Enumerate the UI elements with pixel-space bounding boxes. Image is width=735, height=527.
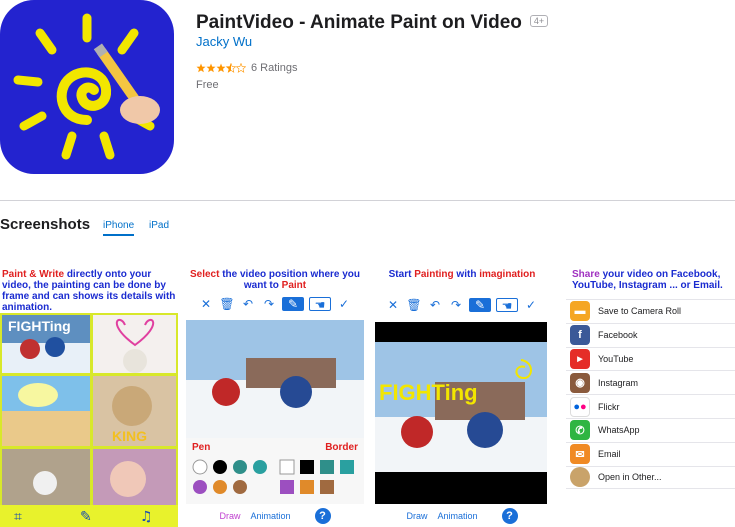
close-icon[interactable]: ✕ — [198, 297, 214, 311]
folder-icon: ▬ — [570, 301, 590, 322]
email-icon: ✉ — [570, 444, 590, 465]
caption-highlight: Share — [572, 269, 600, 280]
pen-label: Pen — [192, 442, 211, 453]
checkmark-icon[interactable]: ✓ — [523, 298, 539, 312]
share-item-label: Open in Other... — [598, 472, 662, 483]
screenshot-1-caption: Paint & Write directly onto your video, … — [0, 266, 178, 313]
whatsapp-icon: ✆ — [570, 420, 590, 441]
developer-link[interactable]: Jacky Wu — [196, 34, 252, 49]
color-panel: Pen Border — [186, 438, 364, 504]
star-empty-icon — [236, 63, 246, 73]
music-icon[interactable]: ♫ — [140, 509, 153, 525]
app-title-text: PaintVideo - Animate Paint on Video — [196, 12, 522, 33]
open-in-icon — [570, 467, 590, 488]
share-item-youtube[interactable]: ▶ YouTube — [566, 346, 735, 371]
star-rating — [196, 63, 246, 73]
share-list: ▬ Save to Camera Roll f Facebook ▶ YouTu… — [566, 299, 735, 490]
share-item-camera-roll[interactable]: ▬ Save to Camera Roll — [566, 299, 735, 323]
close-icon[interactable]: ✕ — [385, 298, 401, 312]
share-item-flickr[interactable]: ● ● Flickr — [566, 394, 735, 418]
painted-text-overlay: FIGHTing — [379, 380, 478, 405]
instagram-icon: ◉ — [570, 372, 590, 393]
caption-highlight: Paint & Write — [2, 269, 65, 280]
section-divider — [0, 200, 735, 201]
screenshot-4[interactable]: Share your video on Facebook, YouTube, I… — [566, 266, 735, 527]
hand-tool-icon[interactable]: ☚ — [309, 297, 331, 312]
color-swatches[interactable] — [186, 453, 364, 499]
screenshot-4-caption: Share your video on Facebook, YouTube, I… — [566, 266, 735, 291]
caption-text: Start — [388, 269, 415, 280]
ratings-count: 6 Ratings — [251, 62, 298, 74]
share-item-label: WhatsApp — [598, 425, 640, 436]
checkmark-icon[interactable]: ✓ — [336, 297, 352, 311]
trash-icon[interactable]: 🗑 — [406, 298, 422, 312]
share-item-label: Save to Camera Roll — [598, 306, 682, 317]
facebook-icon: f — [570, 325, 590, 346]
redo-icon[interactable]: ↷ — [448, 298, 464, 312]
rating-row: 6 Ratings — [196, 62, 297, 74]
screenshot-1[interactable]: Paint & Write directly onto your video, … — [0, 266, 178, 527]
share-item-email[interactable]: ✉ Email — [566, 441, 735, 466]
caption-highlight: Paint — [281, 280, 307, 291]
paint-toolbar: ✕ 🗑 ↶ ↷ ✎ ☚ ✓ — [373, 296, 551, 314]
share-item-whatsapp[interactable]: ✆ WhatsApp — [566, 417, 735, 442]
screenshot-3[interactable]: Start Painting with imagination ✕ 🗑 ↶ ↷ … — [373, 266, 551, 527]
mode-bar: Draw Animation ? — [186, 505, 364, 527]
border-label: Border — [325, 442, 358, 453]
caption-highlight: imagination — [479, 269, 536, 280]
animation-mode-button[interactable]: Animation — [250, 511, 290, 521]
star-full-icon — [196, 63, 206, 73]
price: Free — [196, 79, 219, 91]
undo-icon[interactable]: ↶ — [427, 298, 443, 312]
share-item-label: Facebook — [598, 330, 638, 341]
app-icon — [0, 0, 174, 174]
youtube-icon: ▶ — [570, 348, 590, 369]
mode-bar: Draw Animation ? — [373, 505, 551, 527]
brush-tool-icon[interactable]: ✎ — [469, 298, 491, 312]
crop-icon[interactable]: ⌗ — [14, 509, 22, 525]
share-item-label: Email — [598, 449, 621, 460]
tab-ipad[interactable]: iPad — [149, 220, 169, 231]
draw-mode-button[interactable]: Draw — [406, 511, 427, 521]
star-half-icon — [226, 63, 236, 73]
app-title: PaintVideo - Animate Paint on Video 4+ — [196, 12, 549, 34]
caption-text: with — [453, 269, 480, 280]
trash-icon[interactable]: 🗑 — [219, 297, 235, 311]
share-item-label: Instagram — [598, 377, 639, 388]
share-item-label: Flickr — [598, 401, 620, 412]
hand-tool-icon[interactable]: ☚ — [496, 298, 518, 313]
share-item-instagram[interactable]: ◉ Instagram — [566, 370, 735, 394]
animation-mode-button[interactable]: Animation — [437, 511, 477, 521]
share-item-label: YouTube — [598, 353, 634, 364]
star-full-icon — [216, 63, 226, 73]
pen-border-row: Pen Border — [186, 438, 364, 453]
fighting-tile-text: FIGHTing — [8, 318, 71, 334]
brush-icon[interactable]: ✎ — [80, 509, 92, 525]
screenshot-3-caption: Start Painting with imagination — [373, 266, 551, 280]
share-item-facebook[interactable]: f Facebook — [566, 322, 735, 347]
caption-highlight: Painting — [414, 269, 454, 280]
undo-icon[interactable]: ↶ — [240, 297, 256, 311]
flickr-icon: ● ● — [570, 396, 590, 417]
share-item-open-in[interactable]: Open in Other... — [566, 465, 735, 490]
caption-highlight: Select — [189, 269, 220, 280]
redo-icon[interactable]: ↷ — [261, 297, 277, 311]
paint-toolbar: ✕ 🗑 ↶ ↷ ✎ ☚ ✓ — [186, 295, 364, 313]
photo-collage: FIGHTing KING ⌗ ✎ ♫ — [0, 313, 178, 527]
screenshots-heading: Screenshots — [0, 216, 91, 233]
help-icon[interactable]: ? — [501, 508, 518, 524]
brush-tool-icon[interactable]: ✎ — [282, 297, 304, 311]
video-frame: FIGHTing — [375, 322, 547, 504]
sun-paint-icon — [0, 0, 174, 174]
age-rating-badge: 4+ — [529, 15, 549, 27]
video-frame — [186, 320, 364, 438]
screenshot-2-caption: Select the video position where you want… — [186, 266, 364, 291]
king-tile-text: KING — [112, 428, 147, 444]
tab-iphone[interactable]: iPhone — [103, 220, 135, 236]
draw-mode-button[interactable]: Draw — [219, 511, 240, 521]
star-full-icon — [206, 63, 216, 73]
screenshot-2[interactable]: Select the video position where you want… — [186, 266, 364, 527]
help-icon[interactable]: ? — [314, 508, 331, 524]
